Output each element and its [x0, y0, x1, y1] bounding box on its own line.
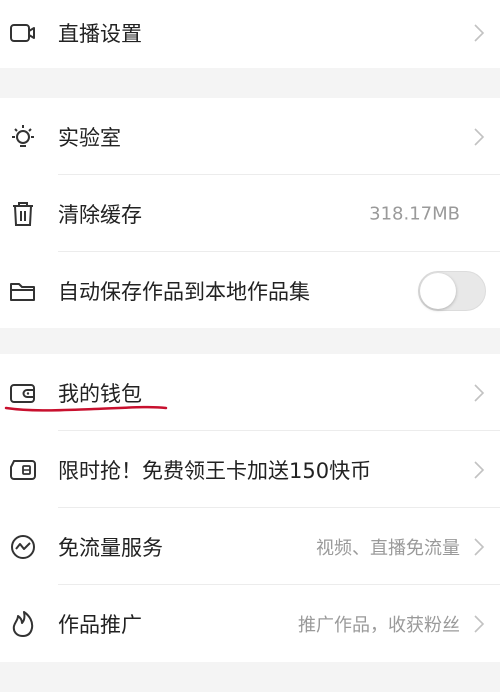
flame-icon: [8, 609, 38, 639]
chevron-right-icon: [474, 460, 485, 479]
wallet-label: 我的钱包: [58, 381, 142, 406]
autosave-row: 自动保存作品到本地作品集: [0, 252, 500, 329]
wallet-row[interactable]: 我的钱包: [0, 354, 500, 431]
lab-row[interactable]: 实验室: [0, 98, 500, 175]
promote-row[interactable]: 作品推广 推广作品，收获粉丝: [0, 585, 500, 662]
group-tools: 实验室 清除缓存 318.17MB 自动保存作品到本地作品集: [0, 98, 500, 328]
section-gap: [0, 662, 500, 692]
lab-label: 实验室: [58, 125, 121, 150]
flash-sale-row[interactable]: 限时抢！免费领王卡加送150快币: [0, 431, 500, 508]
data-wave-icon: [8, 532, 38, 562]
live-settings-label: 直播设置: [58, 22, 142, 46]
chevron-right-icon: [474, 383, 485, 402]
trash-icon: [8, 199, 38, 229]
flash-sale-label: 限时抢！免费领王卡加送150快币: [58, 458, 372, 483]
free-data-value: 视频、直播免流量: [316, 537, 460, 559]
group-live: 直播设置: [0, 0, 500, 68]
chevron-right-icon: [474, 127, 485, 146]
toggle-knob: [420, 272, 456, 309]
promote-label: 作品推广: [58, 612, 142, 637]
chevron-right-icon: [474, 537, 485, 556]
lightbulb-icon: [8, 122, 38, 152]
folder-icon: [8, 276, 38, 306]
autosave-toggle[interactable]: [418, 270, 486, 311]
wallet-icon: [8, 378, 38, 408]
free-data-row[interactable]: 免流量服务 视频、直播免流量: [0, 508, 500, 585]
sim-card-icon: [8, 455, 38, 485]
group-services: 我的钱包 限时抢！免费领王卡加送150快币 免流量服务 视频、直播免流量 作品推…: [0, 354, 500, 662]
promote-value: 推广作品，收获粉丝: [298, 614, 460, 636]
video-camera-icon: [8, 18, 38, 48]
chevron-right-icon: [474, 614, 485, 633]
autosave-label: 自动保存作品到本地作品集: [58, 279, 310, 304]
cache-size-value: 318.17MB: [369, 203, 460, 224]
clear-cache-row[interactable]: 清除缓存 318.17MB: [0, 175, 500, 252]
section-gap: [0, 68, 500, 98]
chevron-right-icon: [474, 24, 485, 42]
live-settings-row[interactable]: 直播设置: [0, 0, 500, 66]
free-data-label: 免流量服务: [58, 535, 163, 560]
clear-cache-label: 清除缓存: [58, 202, 142, 227]
section-gap: [0, 328, 500, 354]
